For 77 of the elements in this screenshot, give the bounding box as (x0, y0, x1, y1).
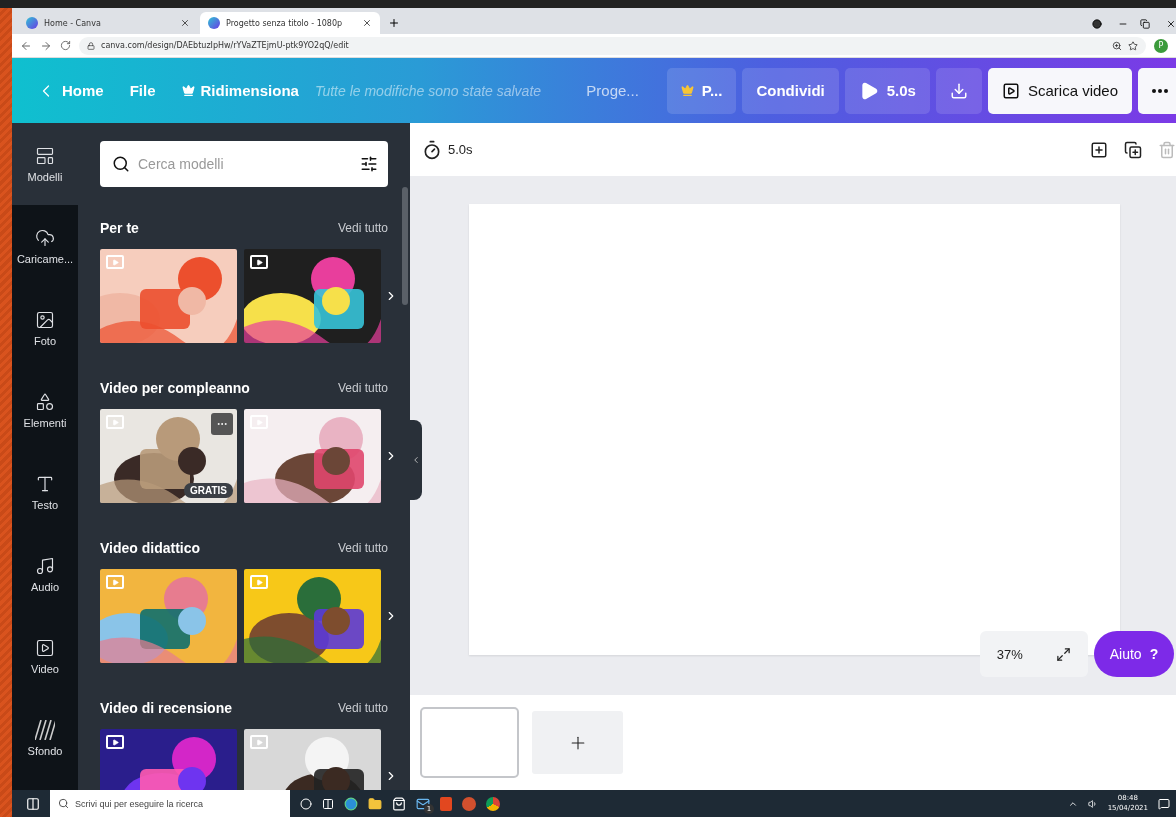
more-button[interactable] (1138, 67, 1176, 114)
browser-tab[interactable]: Home - Canva (18, 12, 198, 34)
free-badge: GRATIS (183, 483, 233, 498)
video-icon (106, 255, 124, 269)
shapes-icon (35, 391, 55, 412)
help-button[interactable]: Aiuto ? (1094, 631, 1174, 677)
download-video-button[interactable]: Scarica video (987, 67, 1132, 114)
taskbar-search-field[interactable]: Scrivi qui per eseguire la ricerca (50, 790, 290, 817)
duplicate-icon[interactable] (1124, 140, 1142, 159)
play-button[interactable]: 5.0s (844, 67, 930, 114)
notifications-icon[interactable] (1158, 797, 1170, 810)
layout-icon (35, 145, 55, 166)
app-logo-icon (26, 17, 38, 29)
cortana-icon[interactable] (300, 797, 312, 810)
app-logo-icon (208, 17, 220, 29)
music-icon (35, 555, 55, 576)
timer-icon[interactable] (422, 139, 442, 160)
stripes-icon (35, 719, 55, 740)
task-view-icon[interactable] (322, 797, 334, 810)
mail-icon (416, 796, 430, 811)
expand-icon[interactable] (1056, 646, 1072, 662)
collapse-handle[interactable] (410, 420, 422, 500)
new-tab-icon[interactable] (388, 17, 400, 29)
scrollbar[interactable] (402, 187, 408, 305)
section-title: Per te (100, 220, 139, 236)
profile-avatar[interactable]: P (1154, 38, 1168, 53)
pro-button[interactable]: P... (666, 67, 737, 114)
section-title: Video per compleanno (100, 380, 250, 396)
close-icon[interactable] (362, 18, 372, 28)
folder-icon[interactable] (368, 796, 382, 811)
video-icon (106, 575, 124, 589)
save-status: Tutte le modifiche sono state salvate (314, 82, 543, 99)
video-icon (1001, 81, 1020, 100)
sidebar-item[interactable]: Modelli (12, 123, 78, 205)
video-icon (106, 415, 124, 429)
profile-menu-icon[interactable] (1092, 19, 1102, 29)
see-all-link[interactable]: Vedi tutto (337, 701, 388, 715)
crown-icon (680, 84, 694, 97)
volume-icon[interactable] (1087, 798, 1098, 809)
section-title: Video di recensione (100, 700, 232, 716)
see-all-link[interactable]: Vedi tutto (337, 381, 388, 395)
restore-icon[interactable] (1140, 19, 1150, 29)
search-icon (58, 798, 69, 809)
browser-tab[interactable]: Progetto senza titolo - 1080p (200, 12, 380, 34)
video-icon (35, 637, 55, 658)
share-button[interactable]: Condividi (742, 67, 839, 114)
zoom-icon[interactable] (1112, 40, 1122, 51)
reload-icon[interactable] (60, 40, 71, 51)
close-icon[interactable] (180, 18, 190, 28)
video-icon (250, 735, 268, 749)
search-icon (112, 155, 130, 173)
cloud-upload-icon (35, 227, 55, 248)
see-all-link[interactable]: Vedi tutto (337, 541, 388, 555)
chevron-icon (411, 455, 421, 465)
bookmark-star-icon[interactable] (1128, 40, 1138, 51)
back-icon[interactable] (20, 39, 32, 52)
close-icon[interactable] (1166, 19, 1176, 29)
crown-icon (181, 84, 195, 97)
image-icon (35, 309, 55, 330)
lock-icon (87, 41, 95, 50)
section-title: Video didattico (100, 540, 201, 556)
download-button[interactable] (935, 67, 982, 114)
page-duration[interactable]: 5.0s (448, 142, 473, 157)
store-icon[interactable] (392, 796, 406, 811)
add-page-icon[interactable] (1090, 140, 1108, 159)
page-thumbnail[interactable] (420, 707, 519, 778)
more-icon[interactable] (211, 413, 233, 435)
filter-icon[interactable] (360, 155, 378, 173)
see-all-link[interactable]: Vedi tutto (337, 221, 388, 235)
video-icon (250, 255, 268, 269)
start-icon[interactable] (26, 796, 40, 811)
zoom-control[interactable]: 37% (980, 631, 1088, 677)
video-icon (250, 575, 268, 589)
more-icon (1152, 88, 1168, 93)
download-icon (949, 81, 968, 100)
video-icon (106, 735, 124, 749)
address-bar[interactable]: canva.com/design/DAEbtuzIpHw/rYVaZTEjmU-ptk9YO2qQ/edit (79, 36, 1146, 55)
